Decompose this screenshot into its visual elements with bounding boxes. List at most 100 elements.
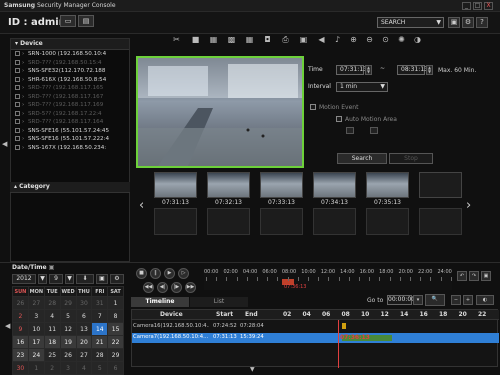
- calendar-day[interactable]: 29: [59, 296, 77, 310]
- area-grid-icon[interactable]: [346, 127, 354, 134]
- goto-input[interactable]: 00:00:00: [387, 295, 415, 305]
- tab-list[interactable]: List: [190, 297, 248, 307]
- calendar-day[interactable]: 14: [91, 322, 109, 336]
- device-item[interactable]: › SRN-1000 (192.168.50.10:4: [11, 50, 129, 59]
- calendar-day[interactable]: 3: [59, 361, 77, 375]
- calendar-day[interactable]: 26: [59, 348, 77, 362]
- calendar-day[interactable]: 9: [12, 322, 29, 336]
- next-frame-icon[interactable]: ▷: [178, 268, 189, 279]
- calendar-day[interactable]: 3: [27, 309, 45, 323]
- calendar-day[interactable]: 20: [75, 335, 93, 349]
- device-item[interactable]: › SRD-5?? (192.168.17.22:4: [11, 110, 129, 119]
- zoom-out-timeline-button[interactable]: −: [451, 295, 461, 305]
- next-page-icon[interactable]: ›: [466, 198, 471, 213]
- download-button[interactable]: ⬇: [76, 274, 94, 284]
- calendar-day[interactable]: 4: [43, 309, 61, 323]
- year-down-button[interactable]: ▼: [38, 274, 47, 284]
- device-checkbox[interactable]: [15, 110, 20, 116]
- calendar-day[interactable]: 16: [12, 335, 29, 349]
- thumbnail-image[interactable]: [366, 172, 409, 198]
- layout-icon[interactable]: ▤: [78, 15, 94, 27]
- tab-timeline[interactable]: Timeline: [131, 297, 189, 307]
- calendar-day[interactable]: 2: [12, 309, 29, 323]
- gear-icon[interactable]: ⚙: [462, 17, 474, 28]
- device-item[interactable]: › SHR-616X (192.168.50.8:54: [11, 76, 129, 85]
- area-select-icon[interactable]: [370, 127, 378, 134]
- calendar-day[interactable]: 11: [43, 322, 61, 336]
- device-item[interactable]: › SRD-7?? (192.168.117.164: [11, 118, 129, 127]
- prev-page-icon[interactable]: ‹: [139, 198, 144, 213]
- thumbnail-image[interactable]: [260, 172, 303, 198]
- calendar-day[interactable]: 28: [91, 348, 109, 362]
- thumbnail-image[interactable]: [313, 172, 356, 198]
- monitor-icon[interactable]: ▭: [60, 15, 76, 27]
- step-forward-icon[interactable]: |▶: [171, 282, 182, 293]
- cal-settings-button[interactable]: ⚙: [110, 274, 124, 284]
- device-header[interactable]: ▾ Device: [11, 39, 129, 50]
- calendar-day[interactable]: 26: [12, 296, 29, 310]
- ruler-next-button[interactable]: ↷: [469, 271, 479, 281]
- device-checkbox[interactable]: [15, 93, 20, 99]
- search-button[interactable]: Search: [337, 153, 387, 164]
- month-field[interactable]: 9: [49, 274, 63, 284]
- lock-icon[interactable]: ▣: [49, 264, 55, 271]
- device-item[interactable]: › SNS-167X (192.168.50.234:: [11, 144, 129, 153]
- zoom-fit-icon[interactable]: ⊙: [379, 34, 392, 45]
- thumbnail-slot[interactable]: [313, 208, 356, 235]
- device-checkbox[interactable]: [15, 102, 20, 107]
- time-to-stepper[interactable]: ▲ ▼: [426, 65, 433, 75]
- calendar-day[interactable]: 4: [75, 361, 93, 375]
- zoom-in-icon[interactable]: ⊕: [347, 34, 360, 45]
- interval-select[interactable]: 1 min ▼: [336, 82, 388, 92]
- device-checkbox[interactable]: [15, 59, 20, 65]
- device-checkbox[interactable]: [15, 127, 20, 133]
- category-header[interactable]: ▴ Category: [10, 182, 130, 193]
- help-icon[interactable]: ?: [476, 17, 488, 28]
- stop-icon[interactable]: ■: [136, 268, 147, 279]
- brightness-icon[interactable]: ✺: [395, 34, 408, 45]
- device-item[interactable]: › SRD-7?? (192.168.50.15:4: [11, 59, 129, 68]
- zoom-out-icon[interactable]: ⊖: [363, 34, 376, 45]
- grid-9-icon[interactable]: ▩: [225, 34, 238, 45]
- cal-option-button[interactable]: ▣: [96, 274, 108, 284]
- thumbnail-image[interactable]: [154, 172, 197, 198]
- fast-forward-icon[interactable]: ▶▶: [185, 282, 196, 293]
- pause-icon[interactable]: ‖: [150, 268, 161, 279]
- device-item[interactable]: › SRD-7?? (192.168.117.169: [11, 101, 129, 110]
- timeline-grid[interactable]: Device Start End 02 04 06 08 10 12 14 16 18 20 22 …: [131, 309, 499, 368]
- contrast-icon[interactable]: ◑: [411, 34, 424, 45]
- year-field[interactable]: 2012: [12, 274, 36, 284]
- calendar-day[interactable]: 31: [91, 296, 109, 310]
- video-viewport[interactable]: [136, 56, 304, 168]
- device-item[interactable]: › SNS-SFE16 (55.101.57.222:4: [11, 135, 129, 144]
- calendar-day[interactable]: 1: [27, 361, 45, 375]
- timeline-options-button[interactable]: ◐: [476, 295, 494, 305]
- thumbnail-image[interactable]: [207, 172, 250, 198]
- calendar-day[interactable]: 29: [107, 348, 124, 362]
- grid-4-icon[interactable]: ▦: [207, 34, 220, 45]
- calendar-day[interactable]: 18: [43, 335, 61, 349]
- ruler-prev-button[interactable]: ↶: [457, 271, 467, 281]
- grid-1-icon[interactable]: ■: [189, 34, 202, 45]
- mic-icon[interactable]: ♪: [331, 34, 344, 45]
- rewind-icon[interactable]: ◀◀: [143, 282, 154, 293]
- thumbnail-slot[interactable]: [207, 208, 250, 235]
- calendar-day[interactable]: 25: [43, 348, 61, 362]
- thumbnail-slot[interactable]: [260, 208, 303, 235]
- timeline-ruler[interactable]: 00:00 02:00 04:00 06:00 08:00 10:00 12:00 14:00…: [204, 268, 452, 290]
- thumbnail-slot[interactable]: [154, 208, 197, 235]
- device-checkbox[interactable]: [15, 51, 20, 56]
- print-icon[interactable]: ⎙: [279, 34, 292, 45]
- calendar-day[interactable]: 30: [75, 296, 93, 310]
- device-item[interactable]: › SRD-7?? (192.168.117.167: [11, 93, 129, 102]
- calendar-day[interactable]: 7: [91, 309, 109, 323]
- calendar-day[interactable]: 24: [27, 348, 45, 362]
- calendar-day[interactable]: 27: [27, 296, 45, 310]
- calendar-day[interactable]: 12: [59, 322, 77, 336]
- device-item[interactable]: › SNS-SFE32(112.170.72.188: [11, 67, 129, 76]
- device-item[interactable]: › SNS-SFE16 (55.101.57.24:45: [11, 127, 129, 136]
- month-down-button[interactable]: ▼: [65, 274, 74, 284]
- time-from-stepper[interactable]: ▲ ▼: [365, 65, 372, 75]
- table-row[interactable]: Camera7(192.168.50.10:4... 07:31:13 15:3…: [132, 333, 499, 342]
- calendar-day[interactable]: 13: [75, 322, 93, 336]
